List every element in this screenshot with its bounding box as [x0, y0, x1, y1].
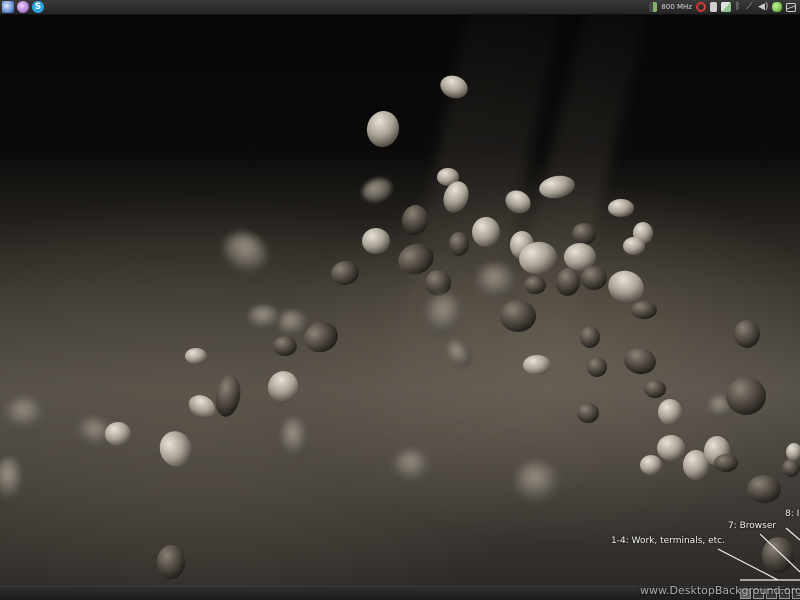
- pebble: [331, 260, 359, 286]
- desktop-wallpaper: [0, 0, 800, 600]
- system-tray: 800 MHz ᛒ ⟋ ◀): [649, 1, 796, 13]
- pebble: [215, 375, 241, 417]
- web-browser-icon[interactable]: [2, 1, 14, 13]
- pebble: [273, 336, 297, 356]
- cpu-frequency[interactable]: 800 MHz: [661, 1, 692, 13]
- pebble: [500, 300, 536, 332]
- pebble: [362, 228, 390, 254]
- pebble: [644, 380, 666, 398]
- pebble: [424, 293, 462, 335]
- annotation-eight: 8: I: [785, 509, 800, 519]
- pebble: [446, 338, 472, 368]
- pebble: [401, 205, 429, 235]
- stop-sign-icon[interactable]: [696, 2, 706, 12]
- pebble: [185, 348, 207, 364]
- pebble: [248, 305, 280, 329]
- cpu-meter-icon[interactable]: [649, 2, 658, 12]
- pebble: [5, 397, 45, 429]
- pebble: [762, 537, 794, 573]
- pebble: [472, 217, 500, 247]
- volume-icon[interactable]: ◀): [758, 2, 768, 12]
- pebble: [523, 355, 551, 375]
- watermark-text: www.DesktopBackground.org: [640, 584, 800, 597]
- pebble: [623, 237, 645, 255]
- pebble: [280, 417, 308, 457]
- pebble: [539, 175, 575, 199]
- pebble: [188, 395, 216, 419]
- pebble: [577, 403, 599, 423]
- pebble: [747, 475, 781, 503]
- pebble: [608, 199, 634, 217]
- floating-pebbles-image: [0, 75, 800, 579]
- pidgin-icon[interactable]: [772, 2, 782, 12]
- pebble: [726, 377, 766, 415]
- clipboard-icon[interactable]: [710, 2, 717, 12]
- pebble: [555, 268, 581, 296]
- pebble: [277, 310, 307, 336]
- mail-icon[interactable]: [786, 2, 796, 12]
- pebble: [267, 371, 299, 403]
- pebble: [394, 449, 430, 481]
- pebble: [782, 459, 800, 477]
- pebble: [587, 357, 607, 377]
- pebble: [157, 545, 185, 579]
- update-notifier-icon[interactable]: [721, 2, 731, 12]
- pebble: [440, 75, 468, 99]
- pebble: [524, 276, 546, 294]
- pebble: [159, 431, 193, 467]
- pebble: [362, 178, 392, 202]
- desktop-screen: S 800 MHz ᛒ ⟋ ◀) 1-4: Work, terminals, e…: [0, 0, 800, 600]
- pebble: [515, 461, 559, 501]
- pebble: [0, 457, 23, 499]
- skype-icon[interactable]: S: [32, 1, 44, 13]
- pebble: [425, 270, 451, 296]
- pebble: [658, 399, 682, 425]
- annotation-work: 1-4: Work, terminals, etc.: [611, 536, 725, 546]
- pebble: [105, 422, 131, 446]
- pebble: [714, 454, 738, 472]
- pebble: [624, 347, 656, 375]
- messenger-icon[interactable]: [17, 1, 29, 13]
- top-panel: S 800 MHz ᛒ ⟋ ◀): [0, 0, 800, 15]
- launcher-group: S: [2, 1, 44, 13]
- pebble: [572, 223, 596, 245]
- pebble: [657, 435, 685, 461]
- pebble: [631, 301, 657, 319]
- bluetooth-icon[interactable]: ᛒ: [735, 2, 742, 12]
- pebble: [640, 455, 662, 475]
- pebble: [223, 232, 267, 272]
- pebble: [734, 320, 760, 348]
- pebble: [580, 326, 600, 348]
- pebble: [581, 266, 607, 290]
- pebble: [366, 111, 400, 147]
- pebble: [449, 232, 469, 256]
- pebble: [477, 264, 515, 298]
- network-icon[interactable]: ⟋: [746, 2, 754, 12]
- annotation-browser: 7: Browser: [728, 521, 777, 531]
- pebble: [786, 443, 800, 461]
- pebble: [505, 190, 531, 214]
